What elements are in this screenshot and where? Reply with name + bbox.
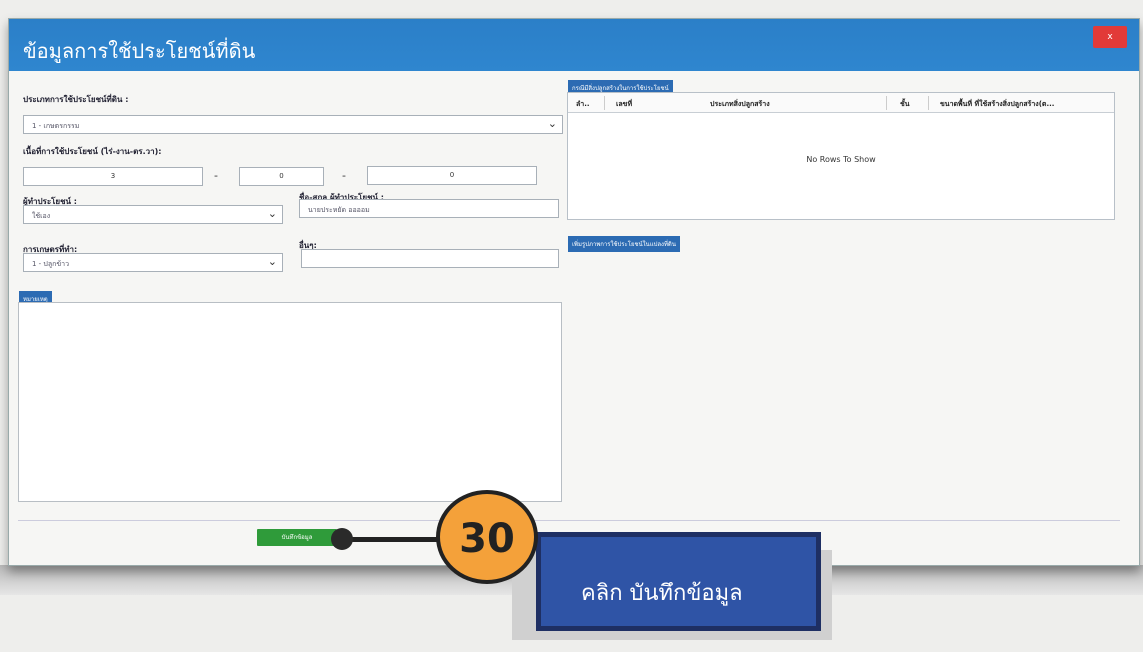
structures-grid: ลำ.. เลขที่ ประเภทสิ่งปลูกสร้าง ชั้น ขนา… [567,92,1115,220]
column-divider [928,96,929,110]
add-photo-button[interactable]: เพิ่มรูปภาพการใช้ประโยชน์ในแปลงที่ดิน [568,236,680,252]
area-dash-1: - [214,169,218,182]
user-name-input[interactable]: นายประหยัด ออออม [299,199,559,218]
column-header[interactable]: ชั้น [900,99,910,110]
user-value: ใช้เอง [32,212,51,220]
chevron-down-icon: ⌄ [267,255,277,268]
column-divider [604,96,605,110]
column-header[interactable]: ประเภทสิ่งปลูกสร้าง [710,99,770,110]
activity-select[interactable]: 1 - ปลูกข้าว ⌄ [23,253,283,272]
user-select[interactable]: ใช้เอง ⌄ [23,205,283,224]
column-header[interactable]: ลำ.. [576,99,590,110]
column-header[interactable]: เลขที่ [616,99,632,110]
column-header[interactable]: ขนาดพื้นที่ ที่ใช้สร้างสิ่งปลูกสร้าง(ต..… [940,99,1054,110]
other-input[interactable] [301,249,559,268]
chevron-down-icon: ⌄ [267,207,277,220]
area-rai-input[interactable]: 3 [23,167,203,186]
instruction-callout: คลิก บันทึกข้อมูล [536,532,821,631]
land-use-select[interactable]: 1 - เกษตรกรรม ⌄ [23,115,563,134]
dialog-title: ข้อมูลการใช้ประโยชน์ที่ดิน [9,19,1139,71]
pointer-dot [331,528,353,550]
no-rows-message: No Rows To Show [806,155,876,164]
grid-header: ลำ.. เลขที่ ประเภทสิ่งปลูกสร้าง ชั้น ขนา… [568,93,1114,113]
footer-divider [18,520,1120,521]
step-number-badge: 30 [436,490,538,584]
step-number: 30 [459,516,515,562]
area-wa-input[interactable]: 0 [367,166,537,185]
area-dash-2: - [342,169,346,182]
notes-textarea[interactable] [18,302,562,502]
close-button[interactable]: x [1093,26,1127,48]
column-divider [886,96,887,110]
save-button[interactable]: บันทึกข้อมูล [257,529,337,546]
activity-value: 1 - ปลูกข้าว [32,260,70,268]
area-label: เนื้อที่การใช้ประโยชน์ (ไร่-งาน-ตร.วา): [23,147,162,156]
land-use-value: 1 - เกษตรกรรม [32,122,80,130]
chevron-down-icon: ⌄ [547,117,557,130]
pointer-line [342,537,442,542]
land-use-label: ประเภทการใช้ประโยชน์ที่ดิน : [23,95,129,104]
area-ngan-input[interactable]: 0 [239,167,324,186]
